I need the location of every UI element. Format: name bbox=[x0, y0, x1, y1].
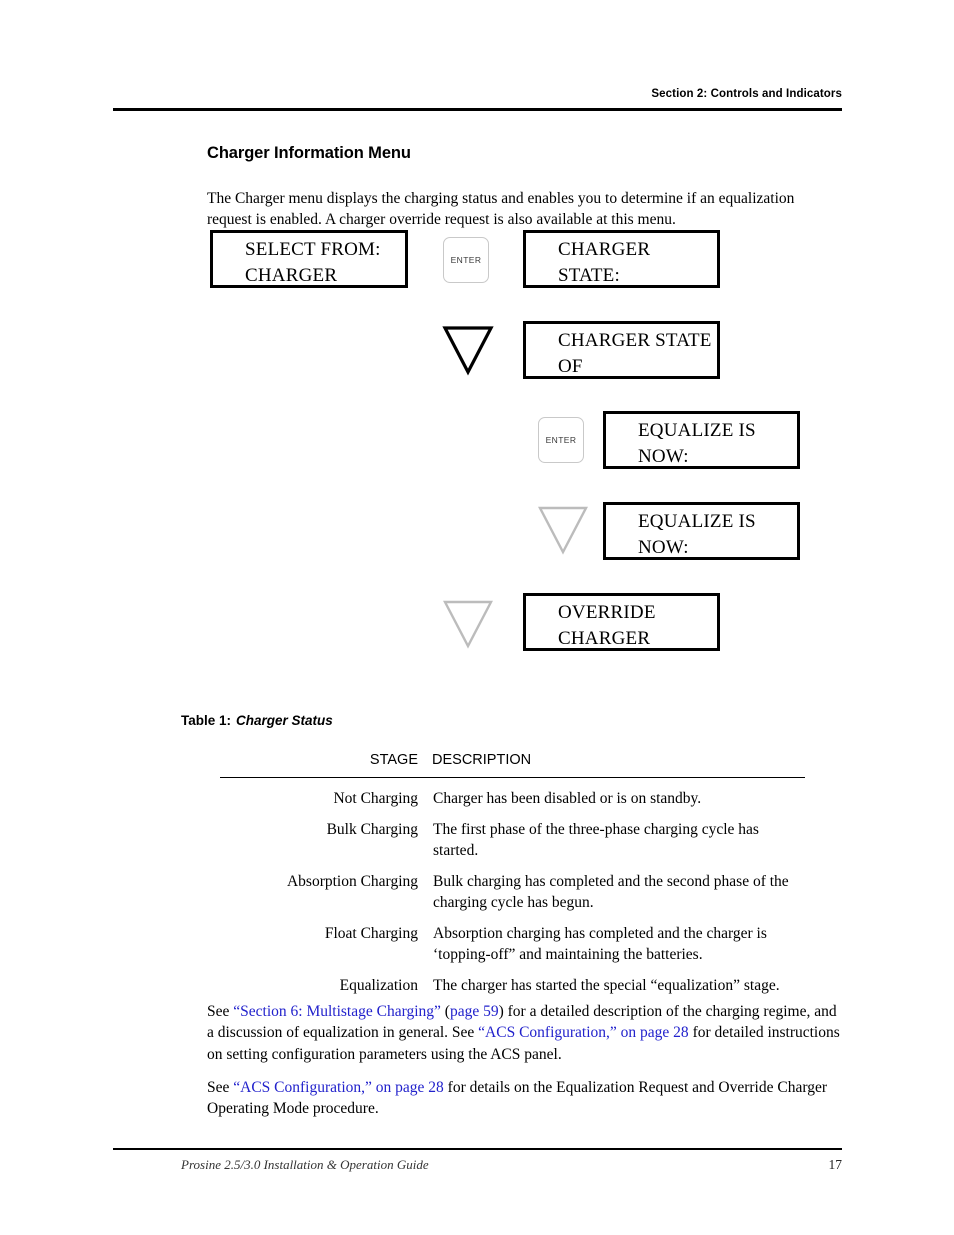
lcd-line-2: CHARGER bbox=[245, 265, 338, 286]
lcd-box-charger-state-of: CHARGER STATE OF bbox=[523, 321, 720, 379]
charger-status-table: STAGE DESCRIPTION Not Charging Charger h… bbox=[220, 752, 805, 997]
link-section-6-multistage-charging[interactable]: “Section 6: Multistage Charging” bbox=[233, 1003, 441, 1020]
cell-description: Bulk charging has completed and the seco… bbox=[433, 873, 789, 911]
lcd-box-override-charger: OVERRIDE CHARGER bbox=[523, 593, 720, 651]
link-acs-configuration-page-28-2[interactable]: “ACS Configuration,” on page 28 bbox=[233, 1079, 444, 1096]
lcd-line-1: EQUALIZE IS bbox=[638, 511, 756, 532]
lcd-line-1: CHARGER STATE bbox=[558, 330, 712, 351]
table-row: Absorption Charging Bulk charging has co… bbox=[220, 862, 805, 914]
footer-rule bbox=[113, 1148, 842, 1150]
column-header-stage: STAGE bbox=[369, 752, 418, 768]
lcd-box-equalize-is-now-1: EQUALIZE IS NOW: bbox=[603, 411, 800, 469]
table-row: Float Charging Absorption charging has c… bbox=[220, 914, 805, 966]
table-row: Bulk Charging The first phase of the thr… bbox=[220, 810, 805, 862]
running-header: Section 2: Controls and Indicators bbox=[651, 88, 842, 100]
table-caption-label: Table 1: bbox=[181, 713, 232, 728]
cell-stage: Bulk Charging bbox=[326, 821, 418, 838]
lcd-box-charger-state: CHARGER STATE: bbox=[523, 230, 720, 288]
text-run: ( bbox=[440, 1002, 450, 1020]
table-header-row: STAGE DESCRIPTION bbox=[220, 752, 805, 778]
cell-description: Charger has been disabled or is on stand… bbox=[433, 790, 702, 807]
lcd-line-1: EQUALIZE IS bbox=[638, 420, 756, 441]
lcd-box-equalize-is-now-2: EQUALIZE IS NOW: bbox=[603, 502, 800, 560]
down-arrow-triangle-icon-3 bbox=[443, 600, 493, 649]
closing-paragraph-2: See “ACS Configuration,” on page 28 for … bbox=[207, 1077, 845, 1120]
down-arrow-triangle-icon-2 bbox=[538, 506, 588, 555]
cell-stage: Float Charging bbox=[324, 925, 418, 942]
lcd-line-1: CHARGER bbox=[558, 239, 651, 260]
table-row: Not Charging Charger has been disabled o… bbox=[220, 778, 805, 811]
lcd-line-2: STATE: bbox=[558, 265, 620, 286]
lcd-line-2: CHARGER bbox=[558, 628, 651, 649]
text-run: See bbox=[207, 1002, 234, 1020]
lcd-line-2: NOW: bbox=[638, 446, 689, 467]
table-caption-name: Charger Status bbox=[236, 713, 333, 728]
page-title: Charger Information Menu bbox=[207, 144, 411, 163]
down-arrow-triangle-icon-1 bbox=[442, 326, 494, 376]
column-header-description: DESCRIPTION bbox=[432, 752, 532, 768]
header-rule bbox=[113, 108, 842, 111]
lcd-line-1: SELECT FROM: bbox=[245, 239, 381, 260]
link-page-59[interactable]: page 59 bbox=[450, 1003, 499, 1020]
table-body: Not Charging Charger has been disabled o… bbox=[220, 778, 805, 998]
table-caption: Table 1: Charger Status bbox=[181, 713, 333, 728]
lcd-line-2: OF bbox=[558, 356, 583, 377]
lcd-line-2: NOW: bbox=[638, 537, 689, 558]
intro-paragraph: The Charger menu displays the charging s… bbox=[207, 189, 795, 228]
text-run: See bbox=[207, 1078, 234, 1096]
cell-stage: Equalization bbox=[339, 977, 418, 994]
footer-page-number: 17 bbox=[828, 1157, 843, 1172]
cell-description: Absorption charging has completed and th… bbox=[433, 925, 767, 963]
lcd-line-1: OVERRIDE bbox=[558, 602, 656, 623]
table-head: STAGE DESCRIPTION bbox=[220, 752, 805, 778]
cell-description: The charger has started the special “equ… bbox=[433, 977, 780, 994]
cell-description: The first phase of the three-phase charg… bbox=[433, 821, 759, 859]
cell-stage: Absorption Charging bbox=[286, 873, 418, 890]
link-acs-configuration-page-28[interactable]: “ACS Configuration,” on page 28 bbox=[478, 1024, 689, 1041]
closing-paragraph-1: See “Section 6: Multistage Charging” (pa… bbox=[207, 1001, 845, 1066]
enter-key-button-2[interactable]: ENTER bbox=[538, 417, 584, 463]
table-row: Equalization The charger has started the… bbox=[220, 966, 805, 997]
cell-stage: Not Charging bbox=[333, 790, 418, 807]
enter-key-button-1[interactable]: ENTER bbox=[443, 237, 489, 283]
lcd-box-select-from-charger: SELECT FROM: CHARGER bbox=[210, 230, 408, 288]
